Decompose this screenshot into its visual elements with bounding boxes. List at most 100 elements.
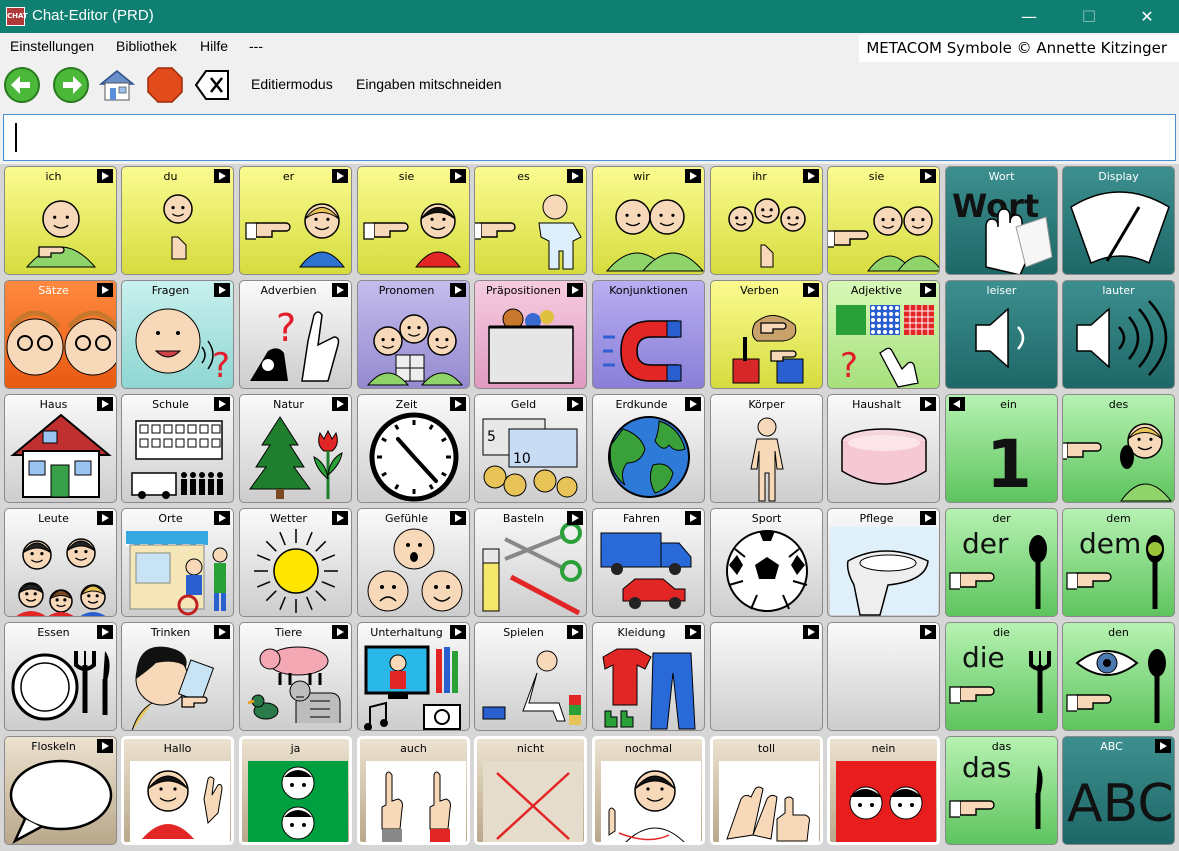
symbol-cell-floskeln[interactable]: Floskeln (4, 736, 117, 845)
subfolder-arrow-icon (567, 283, 583, 297)
person-he-icon (245, 203, 345, 268)
window-title: Chat-Editor (PRD) (32, 7, 154, 24)
symbol-cell-auch[interactable]: auch (357, 736, 470, 845)
symbol-cell-tiere[interactable]: Tiere (239, 622, 352, 731)
symbol-cell-adjektive[interactable]: ? Adjektive (827, 280, 940, 389)
subfolder-arrow-icon (920, 283, 936, 297)
symbol-cell-orte[interactable]: Orte (121, 508, 234, 617)
symbol-cell-schule[interactable]: Schule (121, 394, 234, 503)
symbol-cell-den[interactable]: den (1062, 622, 1175, 731)
symbol-cell-empty-4-6[interactable] (710, 622, 823, 731)
toolbar: Editiermodus Eingaben mitschneiden (0, 62, 1179, 108)
symbol-cell-konjunktionen[interactable]: Konjunktionen (592, 280, 705, 389)
symbol-cell-sport[interactable]: Sport (710, 508, 823, 617)
symbol-cell-sie[interactable]: sie (357, 166, 470, 275)
symbol-cell-nicht[interactable]: nicht (474, 736, 587, 845)
question-face-icon: ? (135, 308, 230, 386)
tree-flower-icon (249, 416, 343, 499)
symbol-cell-haushalt[interactable]: Haushalt (827, 394, 940, 503)
symbol-cell-toll[interactable]: toll (710, 736, 823, 845)
house-icon (10, 413, 112, 498)
symbol-cell-essen[interactable]: Essen (4, 622, 117, 731)
symbol-cell-leiser[interactable]: leiser (945, 280, 1058, 389)
subfolder-arrow-icon (685, 169, 701, 183)
symbol-cell-dem[interactable]: dem dem (1062, 508, 1175, 617)
bowl-icon (841, 428, 927, 485)
symbol-cell-wort[interactable]: Wort Wort (945, 166, 1058, 275)
message-input[interactable] (3, 114, 1176, 161)
app-icon: CHAT (6, 7, 28, 26)
symbol-cell-ja[interactable]: ja (239, 736, 352, 845)
group-pronouns-icon (366, 314, 464, 386)
symbol-cell-gefühle[interactable]: Gefühle (357, 508, 470, 617)
symbol-cell-erdkunde[interactable]: Erdkunde (592, 394, 705, 503)
menu-help[interactable]: Hilfe (200, 38, 228, 54)
symbol-cell-fragen[interactable]: ? Fragen (121, 280, 234, 389)
subfolder-arrow-icon (214, 169, 230, 183)
symbol-cell-wetter[interactable]: Wetter (239, 508, 352, 617)
back-button[interactable] (3, 66, 41, 104)
subfolder-arrow-icon (450, 283, 466, 297)
symbol-cell-verben[interactable]: Verben (710, 280, 823, 389)
delete-button[interactable] (194, 66, 232, 104)
symbol-cell-pronomen[interactable]: Pronomen (357, 280, 470, 389)
close-button[interactable]: ✕ (1122, 0, 1172, 33)
edit-mode-button[interactable]: Editiermodus (251, 76, 333, 92)
subfolder-arrow-icon (685, 625, 701, 639)
subfolder-arrow-icon (450, 169, 466, 183)
symbol-cell-kleidung[interactable]: Kleidung (592, 622, 705, 731)
symbol-cell-zeit[interactable]: Zeit (357, 394, 470, 503)
symbol-cell-haus[interactable]: Haus (4, 394, 117, 503)
menu-settings[interactable]: Einstellungen (10, 38, 94, 54)
cell-label: das (991, 740, 1012, 753)
symbol-cell-es[interactable]: es (474, 166, 587, 275)
symbol-cell-präpositionen[interactable]: Präpositionen (474, 280, 587, 389)
symbol-cell-fahren[interactable]: Fahren (592, 508, 705, 617)
symbol-cell-basteln[interactable]: Basteln (474, 508, 587, 617)
symbol-cell-ich[interactable]: ich (4, 166, 117, 275)
symbol-cell-sie[interactable]: sie (827, 166, 940, 275)
minimize-button[interactable]: — (1004, 0, 1054, 33)
record-input-button[interactable]: Eingaben mitschneiden (356, 76, 502, 92)
menu-separator[interactable]: --- (249, 38, 263, 54)
symbol-cell-leute[interactable]: Leute (4, 508, 117, 617)
symbol-cell-sätze[interactable]: Sätze (4, 280, 117, 389)
symbol-cell-du[interactable]: du (121, 166, 234, 275)
stop-button[interactable] (146, 66, 184, 104)
home-button[interactable] (98, 66, 136, 104)
symbol-cell-lauter[interactable]: lauter (1062, 280, 1175, 389)
symbol-cell-nochmal[interactable]: nochmal (592, 736, 705, 845)
vehicles-icon (600, 532, 692, 609)
symbol-cell-natur[interactable]: Natur (239, 394, 352, 503)
symbol-cell-des[interactable]: des (1062, 394, 1175, 503)
symbol-cell-ein[interactable]: 1 ein (945, 394, 1058, 503)
symbol-cell-wir[interactable]: wir (592, 166, 705, 275)
menu-library[interactable]: Bibliothek (116, 38, 177, 54)
svg-text:die: die (962, 641, 1005, 674)
cell-label: Wort (988, 170, 1015, 183)
symbol-cell-ihr[interactable]: ihr (710, 166, 823, 275)
symbol-cell-adverbien[interactable]: ? Adverbien (239, 280, 352, 389)
cell-label: leiser (986, 284, 1017, 297)
symbol-cell-empty-4-7[interactable] (827, 622, 940, 731)
people-they-icon (828, 206, 939, 272)
feelings-icon (367, 528, 463, 612)
symbol-cell-nein[interactable]: nein (827, 736, 940, 845)
symbol-cell-geld[interactable]: 5 10 Geld (474, 394, 587, 503)
forward-button[interactable] (52, 66, 90, 104)
symbol-cell-display[interactable]: Display (1062, 166, 1175, 275)
symbol-cell-hallo[interactable]: Hallo (121, 736, 234, 845)
symbol-cell-unterhaltung[interactable]: Unterhaltung (357, 622, 470, 731)
symbol-cell-trinken[interactable]: Trinken (121, 622, 234, 731)
symbol-cell-er[interactable]: er (239, 166, 352, 275)
symbol-cell-spielen[interactable]: Spielen (474, 622, 587, 731)
symbol-cell-das[interactable]: das das (945, 736, 1058, 845)
symbol-cell-abc[interactable]: ABC ABC (1062, 736, 1175, 845)
pointing-boy-icon (1063, 423, 1173, 502)
pointing-knife-icon: das (949, 751, 1043, 829)
symbol-cell-die[interactable]: die die (945, 622, 1058, 731)
symbol-cell-der[interactable]: der der (945, 508, 1058, 617)
maximize-button[interactable]: ☐ (1064, 0, 1114, 33)
symbol-cell-pflege[interactable]: Pflege (827, 508, 940, 617)
symbol-cell-körper[interactable]: Körper (710, 394, 823, 503)
